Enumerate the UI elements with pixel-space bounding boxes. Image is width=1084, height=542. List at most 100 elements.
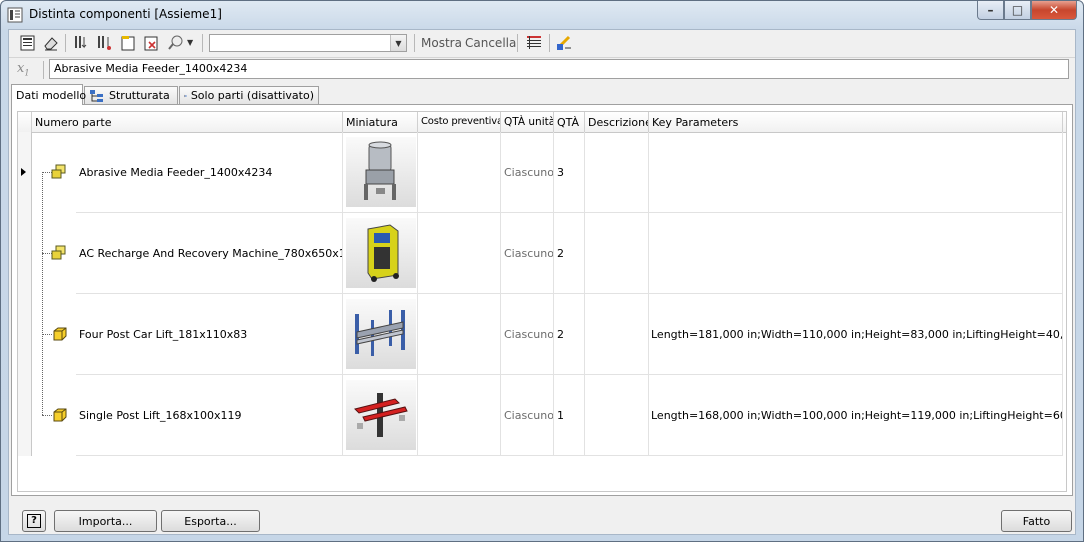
- thumbnail-cell: [343, 375, 418, 456]
- qty-cell[interactable]: 3: [554, 132, 585, 213]
- qty-cell[interactable]: 2: [554, 213, 585, 294]
- selected-item-name-field[interactable]: Abrasive Media Feeder_1400x4234: [49, 59, 1069, 79]
- minimize-icon: –: [987, 3, 994, 17]
- single-post-lift-thumbnail: [346, 380, 416, 450]
- key-parameters-cell[interactable]: [649, 213, 1063, 294]
- sort-icon[interactable]: [73, 34, 91, 52]
- thumbnail-cell: [343, 132, 418, 213]
- remove-custom-item-icon[interactable]: [142, 34, 160, 52]
- tab-label: Strutturata: [109, 89, 170, 102]
- key-parameters-cell[interactable]: Length=168,000 in;Width=100,000 in;Heigh…: [649, 375, 1063, 456]
- table-row[interactable]: Four Post Car Lift_181x110x83 Ciascuno 2…: [18, 294, 1066, 375]
- help-icon: ?: [27, 514, 41, 528]
- import-button[interactable]: Importa...: [54, 510, 157, 532]
- find-dropdown-arrow-icon[interactable]: ▼: [187, 38, 193, 47]
- bom-table: Numero parte Miniatura Costo preventivat…: [17, 111, 1067, 492]
- assembly-icon: [51, 164, 66, 179]
- part-icon: [53, 327, 67, 341]
- column-header[interactable]: QTÀ: [554, 112, 585, 132]
- done-button[interactable]: Fatto: [1001, 510, 1072, 532]
- part-number-cell[interactable]: Four Post Car Lift_181x110x83: [76, 294, 343, 375]
- four-post-car-lift-thumbnail: [346, 299, 416, 369]
- table-header: Numero parte Miniatura Costo preventivat…: [18, 112, 1066, 133]
- part-number-merge-icon[interactable]: [525, 34, 543, 52]
- dialog-client-area: ▼ ▼ Mostra Cancella x1 Abrasive Media Fe…: [8, 29, 1076, 535]
- part-icon: [53, 408, 67, 422]
- tab-panel: Numero parte Miniatura Costo preventivat…: [11, 104, 1073, 496]
- assembly-icon: [51, 245, 66, 260]
- unit-qty-cell[interactable]: Ciascuno: [501, 294, 554, 375]
- toolbar-separator: [414, 34, 415, 52]
- export-button[interactable]: Esporta...: [161, 510, 260, 532]
- part-number-cell[interactable]: AC Recharge And Recovery Machine_780x650…: [76, 213, 343, 294]
- cost-cell[interactable]: [418, 132, 501, 213]
- tab-parts-only[interactable]: Solo parti (disattivato): [179, 86, 319, 104]
- tab-structured[interactable]: Strutturata: [84, 86, 178, 104]
- show-button[interactable]: Mostra: [421, 36, 462, 50]
- qty-cell[interactable]: 2: [554, 294, 585, 375]
- toolbar: ▼ ▼ Mostra Cancella: [9, 30, 1075, 58]
- toolbar-separator: [202, 34, 203, 52]
- minimize-button[interactable]: –: [977, 1, 1004, 20]
- description-cell[interactable]: [585, 294, 649, 375]
- bom-settings-icon[interactable]: [19, 34, 37, 52]
- close-icon: ✕: [1048, 3, 1060, 17]
- column-header[interactable]: Miniatura: [343, 112, 418, 132]
- toolbar-separator: [43, 61, 44, 79]
- part-number-cell[interactable]: Single Post Lift_168x100x119: [76, 375, 343, 456]
- dialog-footer: ? Importa... Esporta... Fatto: [9, 502, 1075, 534]
- unit-qty-cell[interactable]: Ciascuno: [501, 375, 554, 456]
- part-number-cell[interactable]: Abrasive Media Feeder_1400x4234: [76, 132, 343, 213]
- window-title: Distinta componenti [Assieme1]: [29, 7, 222, 21]
- table-row[interactable]: AC Recharge And Recovery Machine_780x650…: [18, 213, 1066, 294]
- unit-qty-cell[interactable]: Ciascuno: [501, 132, 554, 213]
- key-parameters-cell[interactable]: Length=181,000 in;Width=110,000 in;Heigh…: [649, 294, 1063, 375]
- eraser-icon[interactable]: [42, 34, 60, 52]
- cancel-filter-button[interactable]: Cancella: [465, 36, 516, 50]
- expression-icon[interactable]: x1: [17, 61, 39, 79]
- view-select[interactable]: ▼: [209, 34, 407, 52]
- column-header[interactable]: Numero parte: [32, 112, 343, 132]
- name-bar: x1 Abrasive Media Feeder_1400x4234: [9, 58, 1075, 82]
- key-parameters-cell[interactable]: [649, 132, 1063, 213]
- column-header[interactable]: Descrizione: [585, 112, 649, 132]
- maximize-icon: □: [1011, 3, 1024, 17]
- description-cell[interactable]: [585, 213, 649, 294]
- tab-label: Solo parti (disattivato): [190, 89, 314, 102]
- column-header[interactable]: Key Parameters: [649, 112, 1063, 132]
- maximize-button[interactable]: □: [1004, 1, 1031, 20]
- chevron-down-icon[interactable]: ▼: [390, 35, 406, 51]
- renumber-icon[interactable]: [96, 34, 114, 52]
- table-row[interactable]: Abrasive Media Feeder_1400x4234 Ciascuno…: [18, 132, 1066, 213]
- abrasive-media-feeder-thumbnail: [346, 137, 416, 207]
- find-icon[interactable]: [167, 34, 185, 52]
- description-cell[interactable]: [585, 375, 649, 456]
- title-bar[interactable]: Distinta componenti [Assieme1] – □ ✕: [1, 1, 1083, 29]
- expression-builder-icon[interactable]: [555, 34, 573, 52]
- column-header[interactable]: QTÀ unità: [501, 112, 554, 132]
- unit-qty-cell[interactable]: Ciascuno: [501, 213, 554, 294]
- thumbnail-cell: [343, 213, 418, 294]
- tab-label: Dati modello: [16, 88, 87, 102]
- structure-icon: [90, 89, 103, 102]
- tab-model-data[interactable]: Dati modello: [11, 84, 87, 105]
- bom-window: Distinta componenti [Assieme1] – □ ✕ ▼ ▼…: [0, 0, 1084, 542]
- parts-list-icon: [184, 94, 187, 97]
- toolbar-separator: [65, 34, 66, 52]
- thumbnail-cell: [343, 294, 418, 375]
- description-cell[interactable]: [585, 132, 649, 213]
- cost-cell[interactable]: [418, 294, 501, 375]
- ac-recharge-machine-thumbnail: [346, 218, 416, 288]
- qty-cell[interactable]: 1: [554, 375, 585, 456]
- add-custom-item-icon[interactable]: [119, 34, 137, 52]
- close-button[interactable]: ✕: [1031, 1, 1077, 20]
- cost-cell[interactable]: [418, 375, 501, 456]
- row-selector-header: [18, 112, 32, 132]
- help-button[interactable]: ?: [22, 510, 46, 532]
- bom-app-icon: [7, 7, 23, 23]
- toolbar-separator: [517, 34, 518, 52]
- toolbar-separator: [549, 34, 550, 52]
- cost-cell[interactable]: [418, 213, 501, 294]
- column-header[interactable]: Costo preventivato: [418, 112, 501, 132]
- table-row[interactable]: Single Post Lift_168x100x119 Ciascuno 1 …: [18, 375, 1066, 456]
